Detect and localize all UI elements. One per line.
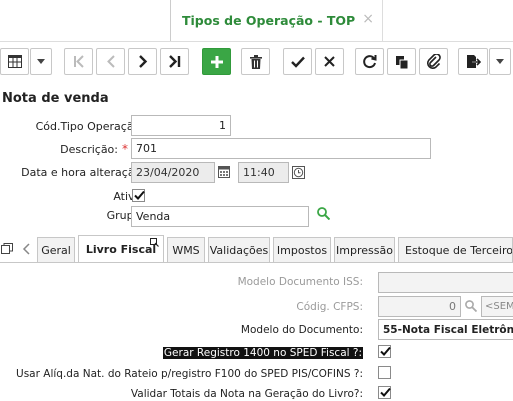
codigo-cfps-label: Códig. CFPS: <box>296 301 363 313</box>
tab-validacoes[interactable]: Validações <box>208 237 270 262</box>
gerar-1400-label-wrap: Gerar Registro 1400 no SPED Fiscal ?: <box>162 347 363 359</box>
codigo-cfps-select-value: <SEM <box>485 301 513 312</box>
last-icon <box>169 55 181 68</box>
required-asterisk: * <box>122 142 128 156</box>
cancel-button[interactable] <box>315 48 344 75</box>
codigo-cfps-input[interactable]: 0 <box>378 296 461 317</box>
tabs-scroll-left-icon[interactable] <box>22 243 30 258</box>
tabs-menu-icon[interactable] <box>1 243 13 257</box>
tab-wms[interactable]: WMS <box>167 237 205 262</box>
export-dropdown-button[interactable] <box>489 48 511 75</box>
window-title: Tipos de Operação - TOP <box>182 13 356 28</box>
title-divider <box>0 41 513 42</box>
export-button[interactable] <box>458 48 488 75</box>
check-icon <box>290 56 305 68</box>
tabs-divider <box>0 262 513 263</box>
codigo-cfps-value: 0 <box>449 300 456 313</box>
refresh-icon <box>363 55 377 69</box>
search-icon[interactable] <box>465 300 478 315</box>
window-tab[interactable]: Tipos de Operação - TOP × <box>170 0 383 41</box>
tab-impressao[interactable]: Impressão <box>334 237 395 262</box>
modelo-documento-label: Modelo do Documento: <box>240 324 363 336</box>
cod-tipo-operacao-input[interactable]: 1 <box>131 115 231 136</box>
delete-button[interactable] <box>241 48 270 75</box>
caret-down-icon <box>496 59 504 64</box>
next-record-button[interactable] <box>128 48 157 75</box>
grid-icon <box>7 55 22 68</box>
section-title: Nota de venda <box>2 91 109 106</box>
first-record-button[interactable] <box>64 48 93 75</box>
descricao-label: Descrição: <box>60 143 118 156</box>
tab-label: WMS <box>172 243 200 257</box>
tab-label: Estoque de Terceiros <box>405 243 513 257</box>
plus-icon <box>210 55 223 68</box>
grupo-value: Venda <box>136 210 171 223</box>
trash-icon <box>249 54 262 69</box>
confirm-button[interactable] <box>283 48 312 75</box>
hora-alteracao-input[interactable]: 11:40 <box>238 162 289 183</box>
modelo-iss-select[interactable] <box>378 272 513 293</box>
grid-view-button[interactable] <box>0 48 29 75</box>
close-tab-icon[interactable]: × <box>362 11 374 27</box>
data-alteracao-value: 23/04/2020 <box>136 166 200 179</box>
tab-estoque-terceiros[interactable]: Estoque de Terceiros <box>398 237 513 262</box>
tab-livro-fiscal[interactable]: Livro Fiscal <box>78 235 164 263</box>
descricao-value: 701 <box>136 142 157 155</box>
checkmark-icon <box>380 346 391 356</box>
gerar-1400-label: Gerar Registro 1400 no SPED Fiscal ?: <box>162 347 363 359</box>
tab-label: Livro Fiscal <box>85 243 157 256</box>
checkmark-icon <box>380 387 391 397</box>
x-icon <box>324 56 335 67</box>
usar-aliq-label: Usar Alíq.da Nat. do Rateio p/registro F… <box>16 368 363 380</box>
previous-record-button[interactable] <box>96 48 125 75</box>
hora-alteracao-value: 11:40 <box>243 166 275 179</box>
ativo-checkbox[interactable] <box>132 189 145 202</box>
descricao-input[interactable]: 701 <box>131 138 431 159</box>
modelo-documento-value: 55-Nota Fiscal Eletrôni <box>383 323 513 336</box>
tab-label: Geral <box>41 243 71 257</box>
checkmark-icon <box>134 190 145 200</box>
last-record-button[interactable] <box>160 48 189 75</box>
refresh-button[interactable] <box>355 48 384 75</box>
data-alteracao-input[interactable]: 23/04/2020 <box>131 162 215 183</box>
tab-label: Impressão <box>336 243 393 257</box>
caret-down-icon <box>37 59 45 64</box>
view-dropdown-button[interactable] <box>30 48 52 75</box>
gerar-1400-checkbox[interactable] <box>378 345 391 358</box>
modelo-iss-label: Modelo Documento ISS: <box>237 276 363 288</box>
usar-aliq-checkbox[interactable] <box>378 366 391 379</box>
paperclip-icon <box>426 54 441 69</box>
calendar-icon[interactable] <box>218 166 230 181</box>
clock-icon[interactable] <box>292 166 305 182</box>
add-button[interactable] <box>202 48 231 75</box>
modelo-documento-select[interactable]: 55-Nota Fiscal Eletrôni <box>378 319 513 340</box>
chevron-right-icon <box>138 55 147 68</box>
cod-tipo-operacao-value: 1 <box>219 119 226 132</box>
chevron-left-icon <box>106 55 115 68</box>
tab-label: Impostos <box>276 243 328 257</box>
copy-icon <box>395 55 408 69</box>
first-icon <box>73 55 84 68</box>
grupo-input[interactable]: Venda <box>131 206 309 227</box>
data-hora-label: Data e hora alteração: <box>21 166 145 179</box>
codigo-cfps-select[interactable]: <SEM <box>481 296 513 317</box>
cod-tipo-operacao-label: Cód.Tipo Operação: <box>35 120 144 133</box>
popout-icon[interactable] <box>150 237 159 250</box>
validar-totais-checkbox[interactable] <box>378 386 391 399</box>
validar-totais-label: Validar Totais da Nota na Geração do Liv… <box>130 388 363 400</box>
attach-button[interactable] <box>419 48 448 75</box>
search-icon[interactable] <box>317 207 331 223</box>
tab-label: Validações <box>209 243 269 257</box>
tab-impostos[interactable]: Impostos <box>273 237 331 262</box>
duplicate-button[interactable] <box>387 48 416 75</box>
tab-geral[interactable]: Geral <box>37 237 75 262</box>
export-icon <box>466 55 481 68</box>
